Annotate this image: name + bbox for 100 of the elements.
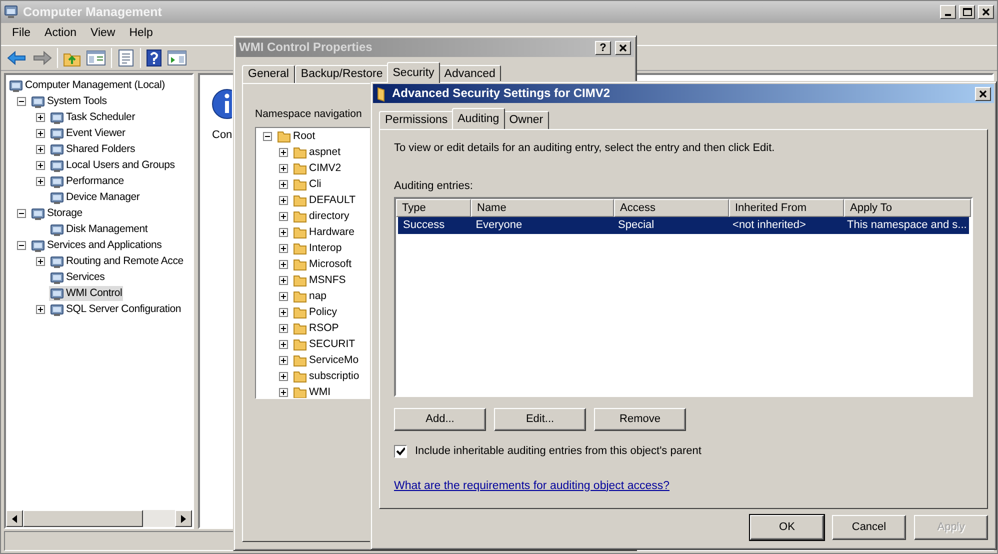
action-button[interactable]: Edit... [494,408,586,432]
expand-button[interactable] [278,260,288,270]
action-button[interactable]: Remove [594,408,686,432]
minimize-button[interactable] [940,5,956,19]
expand-button[interactable] [36,144,44,154]
action-button[interactable]: Add... [394,408,486,432]
maximize-button[interactable] [959,5,975,19]
expand-button[interactable] [278,196,288,206]
expand-button[interactable] [278,180,288,190]
expand-button[interactable] [278,292,288,302]
collapse-button[interactable] [16,208,26,218]
expand-button[interactable] [278,228,288,238]
tree-item[interactable]: Performance [49,174,125,188]
tab[interactable]: General [242,65,295,83]
tree-item[interactable]: Task Scheduler [49,110,136,124]
tree-item[interactable]: Storage [30,206,84,220]
tree-item[interactable]: SECURIT [292,337,356,352]
close-icon[interactable] [619,44,627,52]
collapse-button[interactable] [16,96,26,106]
column-header[interactable]: Inherited From [729,199,844,218]
tree-item[interactable]: Cli [292,177,322,192]
expand-button[interactable] [36,128,44,138]
forward-arrow-icon[interactable] [32,50,52,66]
expand-button[interactable] [278,148,288,158]
tree-item[interactable]: Services [49,270,106,284]
menu-item[interactable]: Help [122,25,160,43]
tree-item[interactable]: Services and Applications [30,238,163,252]
collapse-button[interactable] [262,132,272,142]
folder-icon [293,177,307,192]
folder-icon [293,209,307,224]
dialog-button[interactable]: Cancel [832,515,906,540]
tree-item[interactable]: WMI [292,385,332,398]
list-row[interactable]: Success Everyone Special <not inherited> This namespace and s... [398,217,969,234]
expand-button[interactable] [278,212,288,222]
tree-item[interactable]: Policy [292,305,338,320]
column-header[interactable]: Apply To [844,199,971,218]
tree-item[interactable]: subscriptio [292,369,360,384]
menu-item[interactable]: Action [38,25,84,43]
column-header[interactable]: Type [396,199,471,218]
tree-item[interactable]: Root [276,129,316,144]
expand-button[interactable] [36,176,44,186]
scroll-thumb[interactable] [23,510,143,527]
plus-icon [280,389,286,396]
expand-button[interactable] [36,160,44,170]
expand-button[interactable] [36,256,44,266]
action-pane-icon[interactable] [167,49,187,67]
expand-button[interactable] [278,356,288,366]
expand-button[interactable] [36,112,44,122]
tree-item[interactable]: RSOP [292,321,340,336]
tab[interactable]: Auditing [452,108,506,129]
tree-item[interactable]: Interop [292,241,343,256]
dialog-button[interactable]: OK [750,515,824,540]
expand-button[interactable] [278,308,288,318]
tab[interactable]: Owner [503,111,550,129]
expand-button[interactable] [278,388,288,398]
properties-icon[interactable] [117,49,135,67]
help-link[interactable]: What are the requirements for auditing object access? [394,480,670,494]
expand-button[interactable] [278,164,288,174]
tab[interactable]: Permissions [379,111,454,129]
tree-item[interactable]: DEFAULT [292,193,356,208]
close-icon[interactable] [979,90,987,98]
tab[interactable]: Backup/Restore [294,65,389,83]
tree-item[interactable]: Computer Management (Local) [8,78,166,92]
help-icon[interactable] [146,49,162,67]
column-header[interactable]: Access [614,199,729,218]
tree-item[interactable]: Routing and Remote Acce [49,254,184,268]
tree-item[interactable]: Event Viewer [49,126,126,140]
expand-button[interactable] [278,324,288,334]
back-arrow-icon[interactable] [7,50,27,66]
collapse-button[interactable] [16,240,26,250]
tree-item[interactable]: CIMV2 [292,161,342,176]
help-button[interactable]: ? [595,40,611,54]
expand-button[interactable] [278,372,288,382]
menu-item[interactable]: File [5,25,38,43]
tree-item[interactable]: directory [292,209,350,224]
scroll-right-button[interactable] [175,510,192,527]
tab[interactable]: Security [386,62,440,83]
expand-button[interactable] [36,304,44,314]
scroll-left-button[interactable] [6,510,23,527]
tree-item[interactable]: Disk Management [49,222,149,236]
tree-item[interactable]: nap [292,289,328,304]
tree-item[interactable]: Shared Folders [49,142,136,156]
menu-item[interactable]: View [84,25,122,43]
expand-button[interactable] [278,244,288,254]
tree-item[interactable]: System Tools [30,94,108,108]
tree-item[interactable]: ServiceMo [292,353,360,368]
expand-button[interactable] [278,276,288,286]
tree-item[interactable]: WMI Control [49,286,124,300]
tree-item[interactable]: aspnet [292,145,342,160]
expand-button[interactable] [278,340,288,350]
tree-item[interactable]: Local Users and Groups [49,158,176,172]
checkbox[interactable] [394,445,407,458]
tree-item[interactable]: Hardware [292,225,356,240]
tree-item[interactable]: MSNFS [292,273,347,288]
console-tree-icon[interactable] [86,49,106,67]
column-header[interactable]: Name [471,199,614,218]
tree-item[interactable]: Microsoft [292,257,353,272]
close-button[interactable] [978,5,994,19]
tree-item[interactable]: SQL Server Configuration [49,302,182,316]
tree-item[interactable]: Device Manager [49,190,141,204]
